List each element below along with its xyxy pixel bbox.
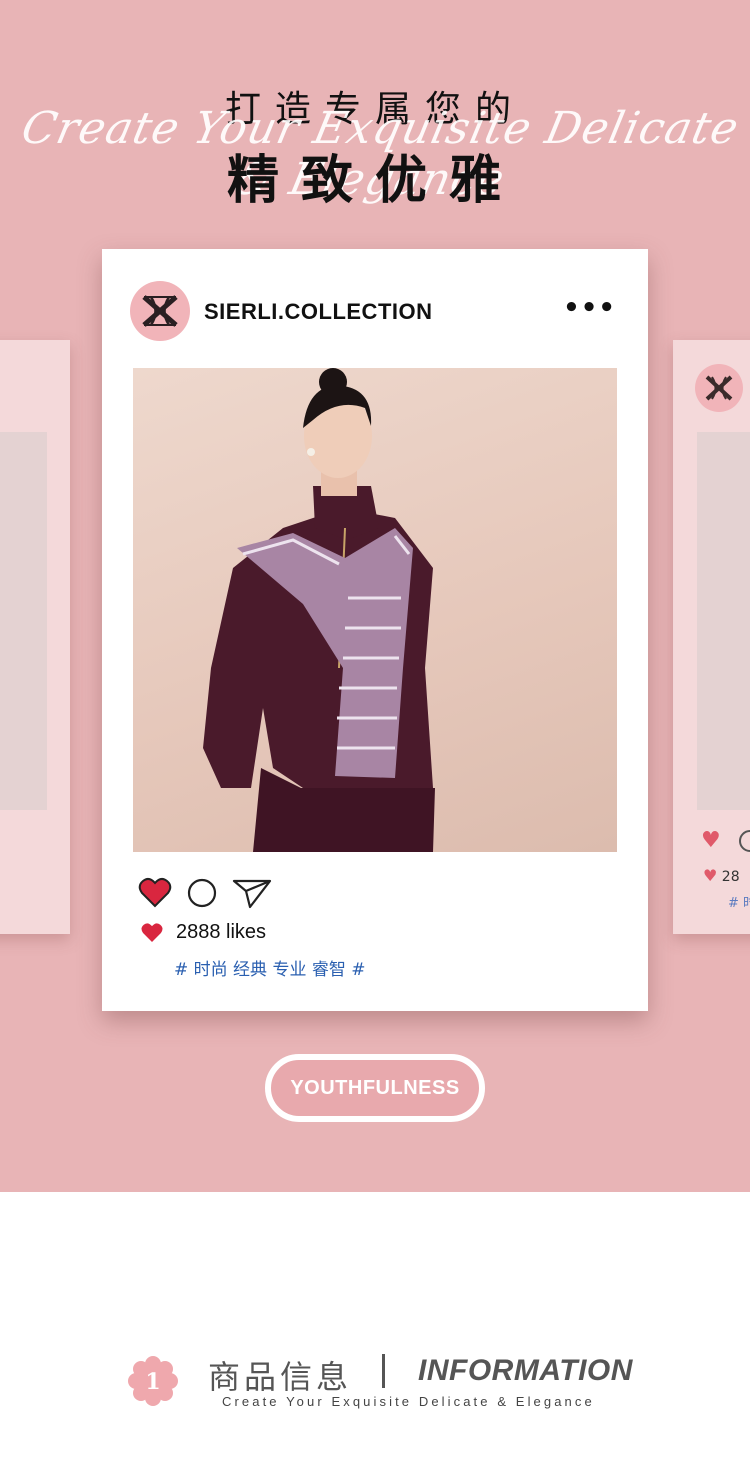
brand-logo-icon (695, 364, 743, 412)
info-header: 1 商品信息 INFORMATION Create Your Exquisite… (0, 1340, 750, 1420)
info-en-title: INFORMATION (418, 1354, 633, 1387)
more-dots-icon[interactable]: ••• (563, 293, 616, 323)
post-card: SIERLI.COLLECTION ••• 2888 likes # 时尚 经典… (102, 249, 648, 1011)
likes-row: 2888 likes (140, 921, 266, 944)
side-card-right: ♥ ♥ 28 # 时 (673, 340, 750, 934)
info-number: 1 (145, 1369, 160, 1395)
side-card-right-tags: # 时 (728, 896, 750, 911)
heart-icon (141, 922, 163, 942)
hero-section: 打造专属您的 Create Your Exquisite Delicate & … (0, 0, 750, 1192)
comment-icon[interactable] (186, 877, 218, 909)
likes-count: 2888 likes (176, 921, 267, 943)
side-card-left (0, 340, 70, 934)
youthfulness-button[interactable]: YOUTHFULNESS (265, 1054, 485, 1122)
heart-icon[interactable] (138, 877, 172, 909)
youthfulness-button-label: YOUTHFULNESS (290, 1076, 460, 1099)
flower-number-badge: 1 (128, 1356, 178, 1406)
brand-logo-icon (142, 295, 178, 327)
post-photo (133, 368, 617, 852)
side-card-right-likes: ♥ 28 (703, 866, 740, 885)
comment-icon (739, 830, 750, 852)
brand-avatar[interactable] (130, 281, 190, 341)
post-actions (138, 875, 286, 911)
info-subtitle: Create Your Exquisite Delicate & Eleganc… (222, 1394, 595, 1409)
post-hashtags[interactable]: # 时尚 经典 专业 睿智 # (174, 955, 366, 980)
info-cn-title: 商品信息 (208, 1358, 353, 1396)
hero-title-line2: 精致优雅 (226, 151, 523, 211)
send-icon[interactable] (232, 877, 272, 909)
info-divider (382, 1354, 385, 1388)
side-card-right-photo (697, 432, 750, 810)
side-card-left-photo (0, 432, 47, 810)
account-name[interactable]: SIERLI.COLLECTION (204, 299, 433, 325)
heart-icon: ♥ (701, 828, 721, 853)
